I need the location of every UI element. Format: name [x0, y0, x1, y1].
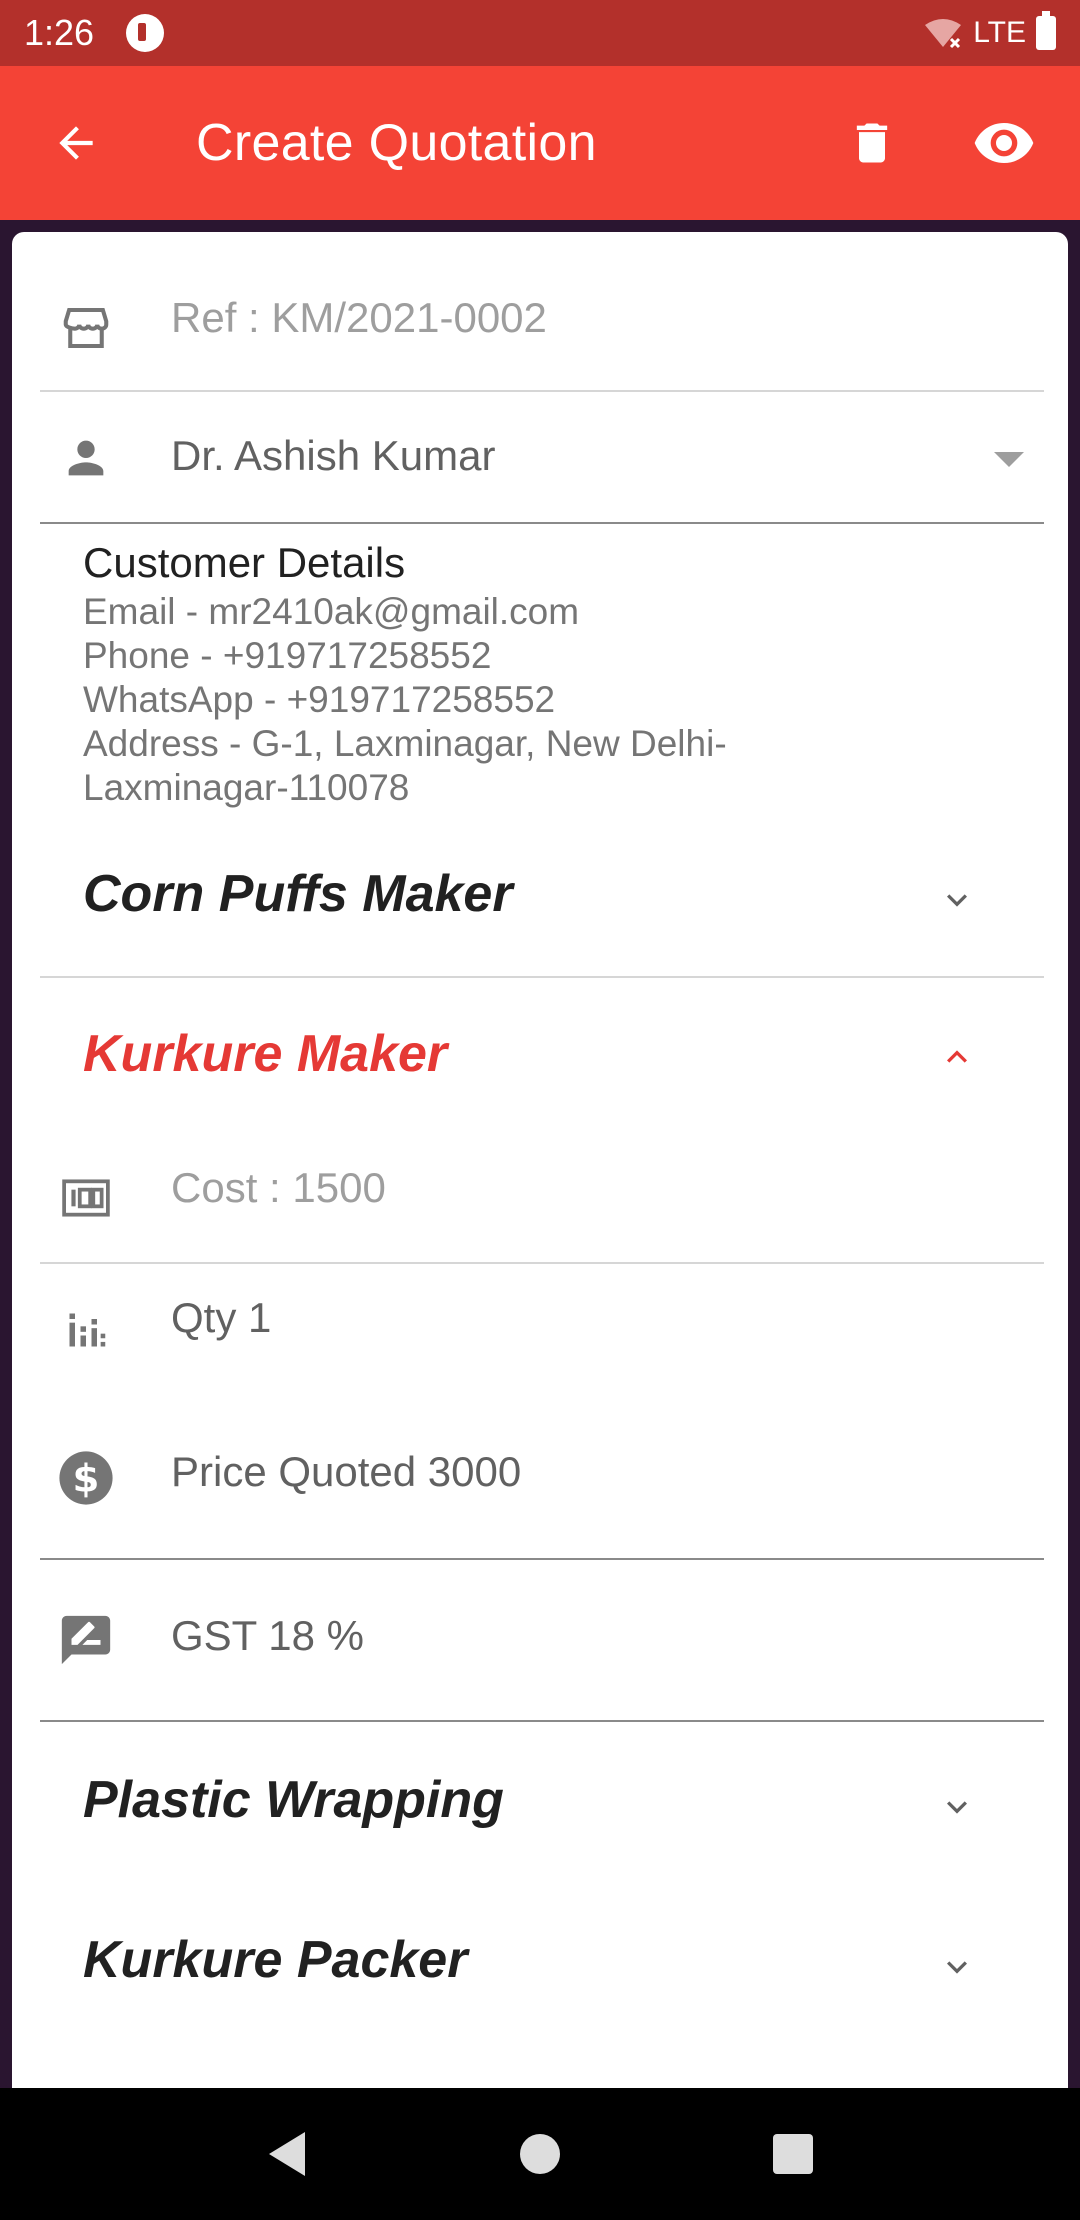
store-icon [56, 298, 116, 358]
status-bar: 1:26 LTE [0, 0, 1080, 66]
eye-icon [974, 123, 1034, 163]
person-icon [56, 428, 116, 488]
customer-address-line-1: Address - G-1, Laxminagar, New Delhi- [83, 723, 727, 764]
gst-field[interactable]: GST 18 % [171, 1612, 364, 1660]
status-indicators: LTE [923, 11, 1056, 50]
customer-select-underline [40, 522, 1044, 524]
nav-recents-button[interactable] [763, 2124, 823, 2184]
dropdown-arrow-icon[interactable] [994, 452, 1024, 473]
arrow-back-icon [59, 126, 93, 160]
money-icon [56, 1168, 116, 1228]
app-bar: Create Quotation [0, 66, 1080, 220]
network-type: LTE [973, 16, 1026, 49]
customer-phone: Phone - +919717258552 [83, 635, 492, 676]
status-time: 1:26 [24, 12, 95, 53]
chevron-down-icon[interactable] [932, 1782, 982, 1832]
divider [40, 390, 1044, 392]
page-title: Create Quotation [196, 114, 597, 172]
nav-home-button[interactable] [510, 2124, 570, 2184]
wifi-icon [925, 19, 962, 49]
battery-icon [1036, 11, 1056, 50]
customer-details-title: Customer Details [83, 539, 406, 586]
system-navigation-bar [0, 2088, 1080, 2220]
item-header-kurkure-packer[interactable]: Kurkure Packer [83, 1930, 467, 1990]
price-quoted-field[interactable]: Price Quoted 3000 [171, 1448, 521, 1496]
chevron-down-icon[interactable] [932, 1942, 982, 1992]
circle-home-icon [519, 2134, 560, 2174]
divider [40, 1558, 1044, 1560]
preview-button[interactable] [964, 103, 1044, 183]
delete-button[interactable] [832, 103, 912, 183]
dollar-icon: $ [56, 1448, 116, 1508]
customer-details: Customer Details Email - mr2410ak@gmail.… [83, 536, 727, 810]
quotation-card: Ref : KM/2021-0002 Dr. Ashish Kumar Cust… [12, 232, 1068, 2088]
trash-icon [856, 123, 888, 163]
triangle-back-icon [268, 2132, 305, 2176]
rate-review-icon [56, 1610, 116, 1670]
item-header-corn-puffs-maker[interactable]: Corn Puffs Maker [83, 864, 513, 924]
back-button[interactable] [36, 103, 116, 183]
quantity-icon [56, 1300, 116, 1360]
item-header-kurkure-maker[interactable]: Kurkure Maker [83, 1024, 447, 1084]
divider [40, 1720, 1044, 1722]
nav-back-button[interactable] [257, 2124, 317, 2184]
customer-address-line-2: Laxminagar-110078 [83, 767, 410, 808]
customer-select[interactable]: Dr. Ashish Kumar [171, 432, 495, 480]
app-notification-icon [126, 14, 165, 52]
svg-text:$: $ [73, 1456, 100, 1501]
divider [40, 976, 1044, 978]
chevron-down-icon[interactable] [932, 875, 982, 925]
cost-field[interactable]: Cost : 1500 [171, 1164, 386, 1212]
qty-field[interactable]: Qty 1 [171, 1294, 271, 1342]
ref-field[interactable]: Ref : KM/2021-0002 [171, 294, 547, 342]
divider [40, 1262, 1044, 1264]
customer-email: Email - mr2410ak@gmail.com [83, 591, 580, 632]
square-recents-icon [773, 2134, 814, 2174]
item-header-plastic-wrapping[interactable]: Plastic Wrapping [83, 1770, 504, 1830]
chevron-up-icon[interactable] [932, 1032, 982, 1082]
customer-whatsapp: WhatsApp - +919717258552 [83, 679, 556, 720]
